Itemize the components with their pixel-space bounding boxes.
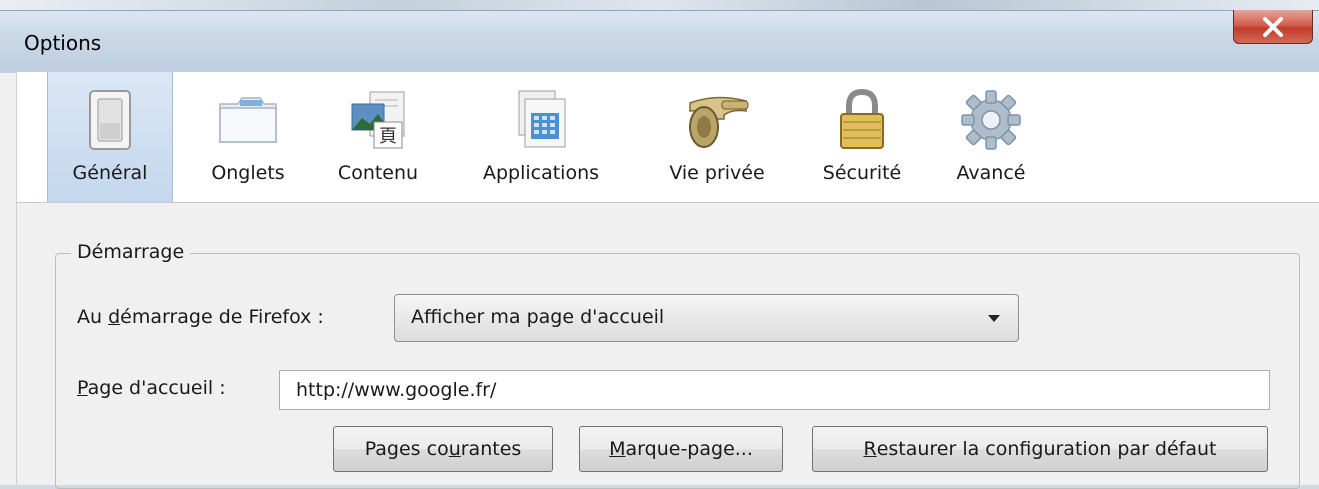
title-bar: Options: [0, 10, 1319, 73]
tab-onglets[interactable]: Onglets: [193, 72, 303, 202]
close-icon: [1263, 16, 1283, 37]
tab-securite[interactable]: Sécurité: [803, 72, 921, 202]
general-panel: Démarrage Au démarrage de Firefox : Affi…: [16, 203, 1319, 489]
home-page-input[interactable]: http://www.google.fr/: [279, 370, 1270, 410]
use-current-pages-button[interactable]: Pages co u rantes: [333, 426, 553, 472]
options-window: Options Général Onglets 頁 Contenu Applic…: [0, 10, 1319, 489]
on-start-selected-value: Afficher ma page d'accueil: [411, 306, 665, 328]
gear-icon: [956, 84, 1026, 156]
tab-general[interactable]: Général: [47, 72, 173, 202]
applications-icon: [506, 84, 576, 156]
tab-vie-privee[interactable]: Vie privée: [651, 72, 783, 202]
privacy-mask-icon: [682, 84, 752, 156]
tab-contenu[interactable]: 頁 Contenu: [323, 72, 433, 202]
preferences-toolbar: Général Onglets 頁 Contenu Applications V…: [16, 72, 1319, 203]
restore-default-button[interactable]: Restaurer la configuration par défaut: [812, 426, 1268, 472]
use-bookmark-button[interactable]: Marque-page...: [579, 426, 783, 472]
close-button[interactable]: [1233, 10, 1313, 44]
tab-applications[interactable]: Applications: [457, 72, 625, 202]
folder-tabs-icon: [213, 84, 283, 156]
tab-avance[interactable]: Avancé: [937, 72, 1045, 202]
switch-icon: [75, 84, 145, 156]
startup-group-title: Démarrage: [71, 241, 191, 263]
window-title: Options: [24, 31, 102, 55]
home-page-label: Page d'accueil :: [77, 377, 226, 399]
home-page-value: http://www.google.fr/: [296, 379, 497, 401]
content-icon: 頁: [343, 84, 413, 156]
on-start-label: Au démarrage de Firefox :: [77, 306, 324, 328]
chevron-down-icon: [988, 315, 1000, 322]
on-start-select[interactable]: Afficher ma page d'accueil: [394, 294, 1019, 342]
padlock-icon: [827, 84, 897, 156]
svg-text:頁: 頁: [379, 126, 397, 147]
